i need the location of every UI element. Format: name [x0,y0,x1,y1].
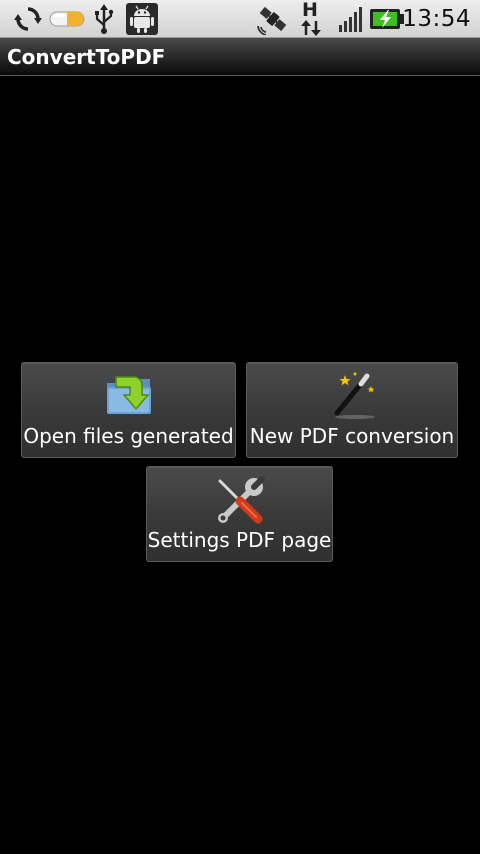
pill-icon [49,11,85,27]
settings-pdf-page-button[interactable]: Settings PDF page [146,466,333,562]
open-files-button[interactable]: Open files generated [21,362,236,458]
settings-label: Settings PDF page [147,528,332,552]
sync-icon [14,7,42,31]
magic-wand-icon [334,372,375,419]
status-bar: H 13:54 [0,0,480,38]
battery-charging-icon [370,9,404,29]
screen: H 13:54 ConvertToPDF Open files generate… [0,0,480,854]
tools-icon [218,476,265,524]
network-type-text: H [302,0,318,21]
clock: 13:54 [402,6,471,32]
usb-icon [95,4,114,34]
app-title: ConvertToPDF [7,45,166,69]
open-files-label: Open files generated [23,424,234,448]
new-pdf-conversion-button[interactable]: New PDF conversion [246,362,458,458]
android-debug-icon [126,3,158,35]
new-conversion-label: New PDF conversion [249,424,455,448]
network-h-icon: H [298,0,324,37]
gps-satellite-icon [257,6,287,35]
signal-bars-icon [339,7,362,32]
folder-download-icon [107,376,151,414]
title-bar: ConvertToPDF [0,38,480,76]
